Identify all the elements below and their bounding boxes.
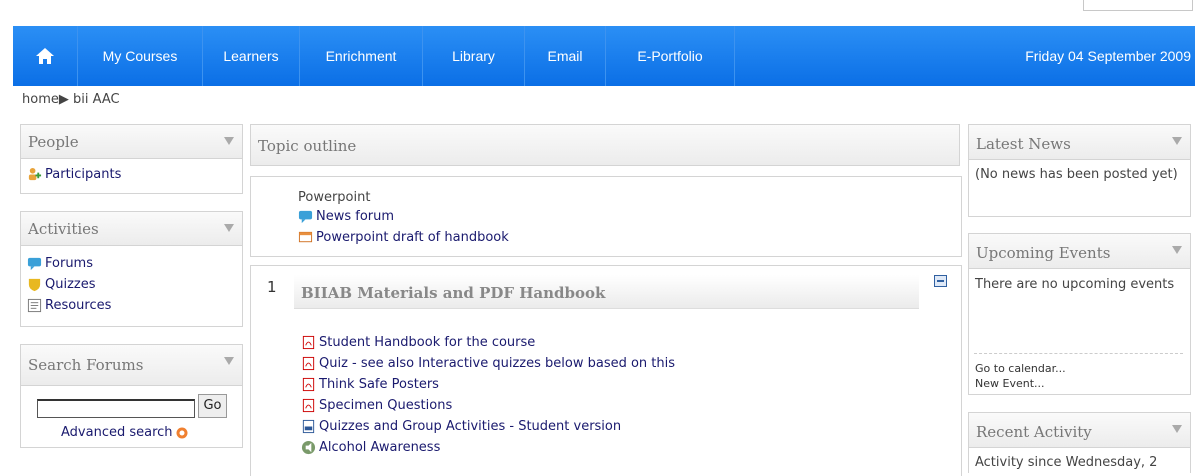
resource-icon bbox=[27, 298, 42, 313]
recent-activity-title: Recent Activity bbox=[976, 423, 1092, 441]
section-item[interactable]: Quizzes and Group Activities - Student v… bbox=[301, 419, 621, 434]
breadcrumb-course[interactable]: bii AAC bbox=[73, 92, 120, 107]
advanced-search-label: Advanced search bbox=[61, 425, 173, 440]
home-icon bbox=[36, 48, 54, 64]
collapse-icon[interactable] bbox=[224, 357, 234, 365]
top-strip bbox=[0, 0, 1195, 26]
section-item[interactable]: Quiz - see also Interactive quizzes belo… bbox=[301, 356, 675, 371]
people-title: People bbox=[28, 133, 79, 151]
upcoming-events-block: Upcoming Events There are no upcoming ev… bbox=[968, 233, 1191, 395]
upcoming-events-title: Upcoming Events bbox=[976, 244, 1111, 262]
nav-my-courses[interactable]: My Courses bbox=[78, 26, 203, 86]
item-label: Quiz - see also Interactive quizzes belo… bbox=[319, 356, 676, 371]
search-input[interactable] bbox=[37, 399, 195, 418]
word-document-icon bbox=[302, 419, 315, 434]
home-button[interactable] bbox=[13, 26, 78, 86]
advanced-search-link[interactable]: Advanced search bbox=[61, 425, 188, 440]
item-label: Student Handbook for the course bbox=[319, 335, 536, 350]
nav-learners[interactable]: Learners bbox=[203, 26, 300, 86]
breadcrumb-home[interactable]: home bbox=[22, 92, 59, 107]
breadcrumb-separator: ▶ bbox=[58, 92, 69, 107]
quizzes-link[interactable]: Quizzes bbox=[27, 277, 96, 292]
breadcrumb: home▶ bii AAC bbox=[22, 92, 120, 107]
pdf-icon bbox=[302, 356, 315, 371]
current-date: Friday 04 September 2009 bbox=[1025, 48, 1191, 64]
activities-title: Activities bbox=[28, 220, 99, 238]
section-0: Powerpoint News forum Powerpoint draft o… bbox=[250, 176, 962, 257]
nav-e-portfolio[interactable]: E-Portfolio bbox=[606, 26, 735, 86]
collapse-icon[interactable] bbox=[1172, 137, 1182, 145]
section-1-number: 1 bbox=[267, 278, 277, 296]
forums-label: Forums bbox=[45, 256, 93, 271]
search-header: Search Forums bbox=[21, 345, 242, 386]
latest-news-header: Latest News bbox=[969, 125, 1190, 160]
news-forum-link[interactable]: News forum bbox=[298, 209, 394, 224]
audio-icon bbox=[301, 440, 316, 455]
latest-news-block: Latest News (No news has been posted yet… bbox=[968, 124, 1191, 217]
topic-outline-title: Topic outline bbox=[258, 137, 357, 155]
nav-email[interactable]: Email bbox=[525, 26, 606, 86]
nav-library[interactable]: Library bbox=[423, 26, 525, 86]
recent-activity-text: Activity since Wednesday, 2 bbox=[975, 455, 1158, 470]
section-0-heading: Powerpoint bbox=[298, 190, 371, 205]
powerpoint-draft-link[interactable]: Powerpoint draft of handbook bbox=[298, 230, 509, 245]
item-label: Think Safe Posters bbox=[319, 377, 439, 392]
corner-box bbox=[1083, 0, 1193, 11]
section-item[interactable]: Alcohol Awareness bbox=[301, 440, 440, 455]
quiz-icon bbox=[28, 278, 41, 292]
collapse-icon[interactable] bbox=[224, 137, 234, 145]
powerpoint-draft-label: Powerpoint draft of handbook bbox=[316, 230, 509, 245]
forums-link[interactable]: Forums bbox=[27, 256, 93, 271]
item-label: Quizzes and Group Activities - Student v… bbox=[319, 419, 622, 434]
activities-header: Activities bbox=[21, 212, 242, 246]
upcoming-events-header: Upcoming Events bbox=[969, 234, 1190, 269]
participants-link[interactable]: Participants bbox=[27, 167, 121, 182]
people-block: People Participants bbox=[20, 124, 243, 194]
go-to-calendar-link[interactable]: Go to calendar... bbox=[975, 362, 1066, 375]
go-button[interactable]: Go bbox=[198, 394, 227, 418]
section-item[interactable]: Student Handbook for the course bbox=[301, 335, 535, 350]
nav-enrichment[interactable]: Enrichment bbox=[300, 26, 423, 86]
pdf-icon bbox=[302, 377, 315, 392]
events-divider bbox=[974, 353, 1183, 354]
item-label: Alcohol Awareness bbox=[319, 440, 441, 455]
resources-link[interactable]: Resources bbox=[27, 298, 111, 313]
collapse-icon[interactable] bbox=[224, 224, 234, 232]
search-title: Search Forums bbox=[28, 356, 144, 374]
pdf-icon bbox=[302, 335, 315, 350]
presentation-icon bbox=[298, 231, 313, 243]
section-1-heading: BIIAB Materials and PDF Handbook bbox=[301, 284, 606, 302]
pdf-icon bbox=[302, 398, 315, 413]
recent-activity-block: Recent Activity Activity since Wednesday… bbox=[968, 412, 1191, 473]
section-item[interactable]: Specimen Questions bbox=[301, 398, 452, 413]
news-forum-label: News forum bbox=[316, 209, 395, 224]
item-label: Specimen Questions bbox=[319, 398, 453, 413]
forum-icon bbox=[298, 210, 313, 224]
help-icon bbox=[176, 427, 188, 438]
upcoming-events-text: There are no upcoming events bbox=[975, 277, 1175, 292]
participants-label: Participants bbox=[45, 167, 122, 182]
resources-label: Resources bbox=[45, 298, 112, 313]
collapse-section-icon[interactable] bbox=[934, 275, 947, 287]
recent-activity-header: Recent Activity bbox=[969, 413, 1190, 448]
section-1-heading-bar: BIIAB Materials and PDF Handbook bbox=[294, 275, 919, 309]
collapse-icon[interactable] bbox=[1172, 246, 1182, 254]
search-forums-block: Search Forums Go Advanced search bbox=[20, 344, 243, 448]
new-event-link[interactable]: New Event... bbox=[975, 377, 1045, 390]
latest-news-text: (No news has been posted yet) bbox=[975, 167, 1178, 182]
forum-icon bbox=[27, 257, 42, 271]
activities-block: Activities Forums Quizzes Resources bbox=[20, 211, 243, 327]
latest-news-title: Latest News bbox=[976, 135, 1071, 153]
topic-outline-header: Topic outline bbox=[250, 124, 960, 166]
section-item[interactable]: Think Safe Posters bbox=[301, 377, 439, 392]
collapse-icon[interactable] bbox=[1172, 425, 1182, 433]
main-navbar: My Courses Learners Enrichment Library E… bbox=[13, 26, 1195, 86]
participants-icon bbox=[28, 167, 42, 181]
section-1: 1 BIIAB Materials and PDF Handbook Stude… bbox=[250, 265, 962, 476]
people-header: People bbox=[21, 125, 242, 159]
quizzes-label: Quizzes bbox=[45, 277, 96, 292]
